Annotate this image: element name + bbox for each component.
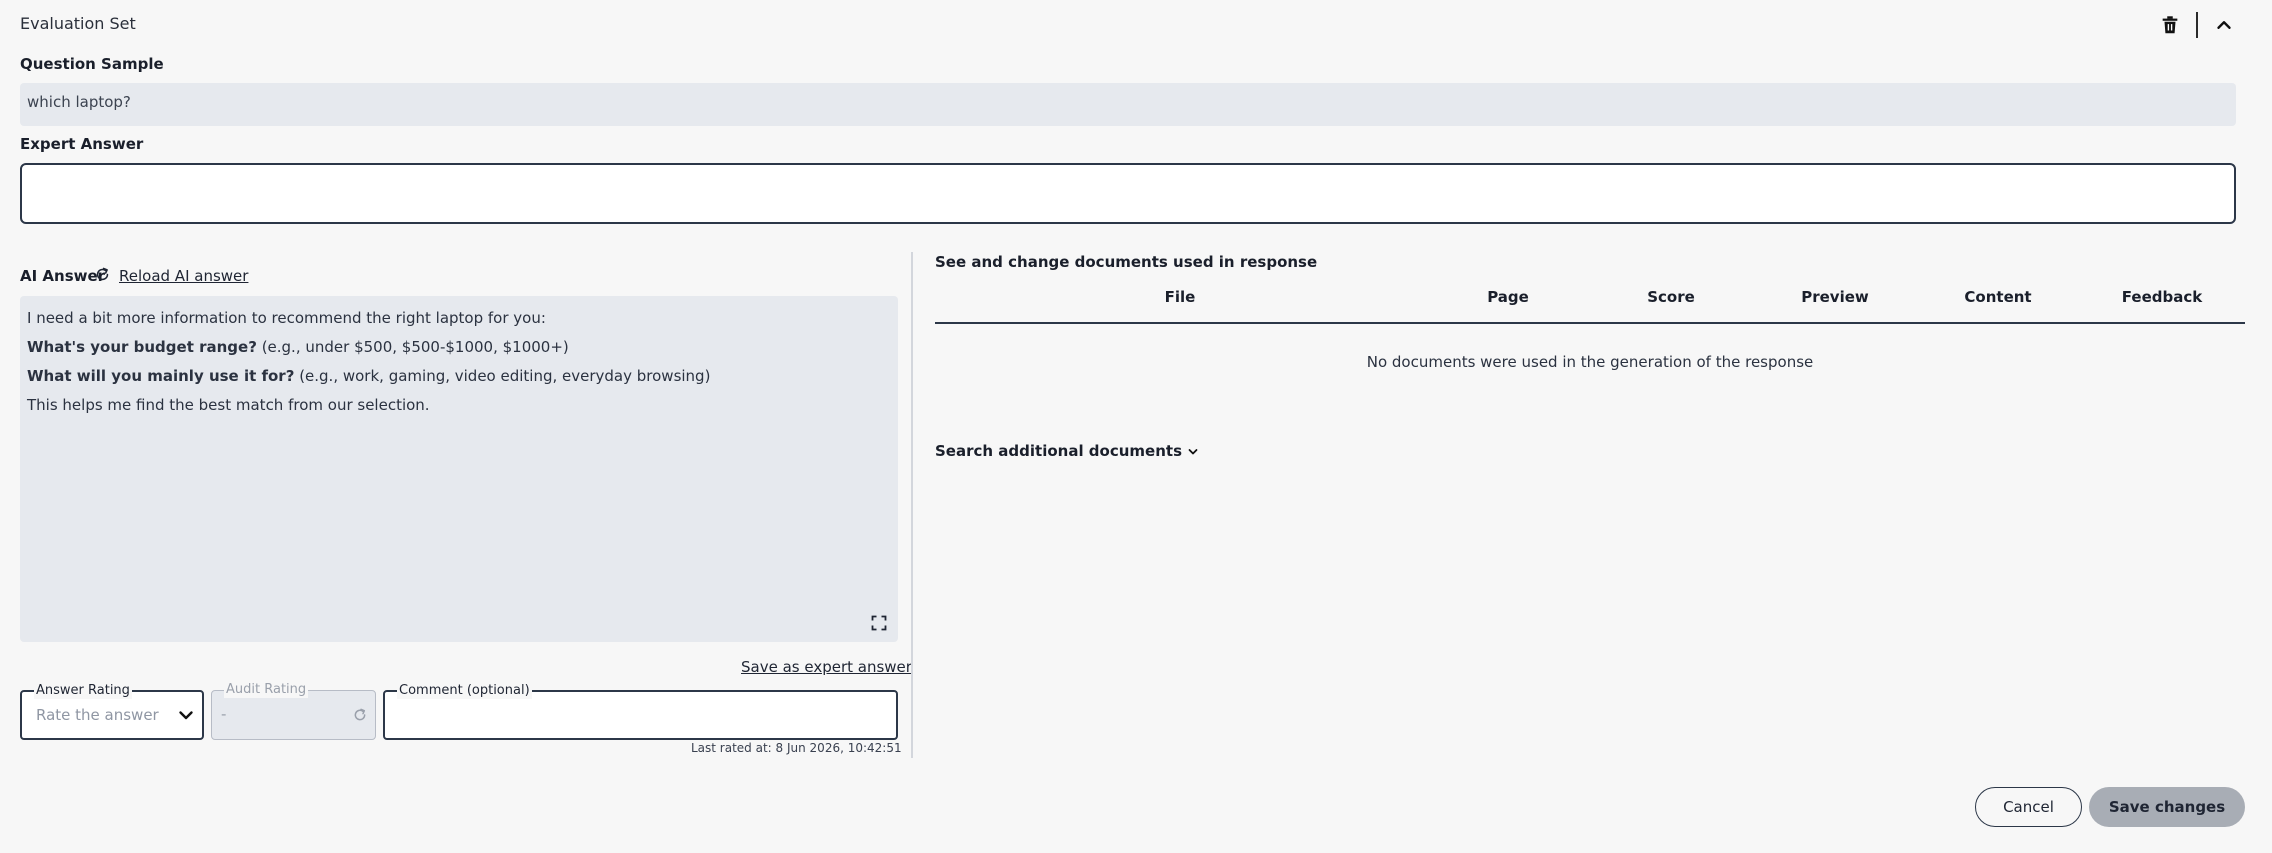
reload-icon[interactable] [94,266,111,283]
ai-answer-line: What's your budget range? (e.g., under $… [27,338,569,356]
question-sample-label: Question Sample [20,55,164,73]
expert-answer-input[interactable] [20,163,2236,224]
answer-rating-placeholder: Rate the answer [36,706,159,724]
chevron-down-icon [179,711,193,720]
last-rated-timestamp: Last rated at: 8 Jun 2026, 10:42:51 [691,741,902,755]
column-header-file[interactable]: File [1150,288,1210,306]
search-documents-label: Search additional documents [935,442,1183,460]
column-header-content[interactable]: Content [1958,288,2038,306]
save-as-expert-answer-link[interactable]: Save as expert answer [741,658,912,676]
chevron-up-icon[interactable] [2213,14,2235,36]
comment-input[interactable]: Comment (optional) [383,683,898,740]
audit-rating-field: Audit Rating - [211,682,376,740]
ai-answer-line: This helps me find the best match from o… [27,396,430,414]
column-header-page[interactable]: Page [1478,288,1538,306]
column-header-preview[interactable]: Preview [1795,288,1875,306]
expert-answer-label: Expert Answer [20,135,144,153]
trash-icon[interactable] [2159,14,2181,36]
chevron-down-icon [1188,448,1198,454]
expand-icon[interactable] [871,615,887,631]
ai-answer-line: I need a bit more information to recomme… [27,309,546,327]
save-changes-button[interactable]: Save changes [2089,787,2245,827]
header-divider [2196,12,2198,38]
answer-rating-select[interactable]: Answer Rating Rate the answer [20,683,204,740]
cancel-button[interactable]: Cancel [1975,787,2082,827]
question-sample-field: which laptop? [20,83,2236,126]
column-header-feedback[interactable]: Feedback [2116,288,2208,306]
audit-rating-label: Audit Rating [224,682,309,698]
column-divider [911,252,913,758]
column-header-score[interactable]: Score [1636,288,1706,306]
comment-label: Comment (optional) [397,683,532,699]
table-header-rule [935,322,2245,324]
answer-rating-label: Answer Rating [34,683,132,699]
reload-ai-answer-link[interactable]: Reload AI answer [119,267,248,285]
audit-rating-value: - [221,705,227,723]
ai-answer-box: I need a bit more information to recomme… [20,296,898,642]
page-title: Evaluation Set [20,14,136,33]
ai-answer-line: What will you mainly use it for? (e.g., … [27,367,711,385]
sync-icon [354,708,366,721]
empty-documents-message: No documents were used in the generation… [1366,353,1814,371]
ai-answer-label: AI Answer [20,267,106,285]
search-additional-documents-toggle[interactable]: Search additional documents [935,442,1199,460]
documents-title: See and change documents used in respons… [935,253,1318,271]
